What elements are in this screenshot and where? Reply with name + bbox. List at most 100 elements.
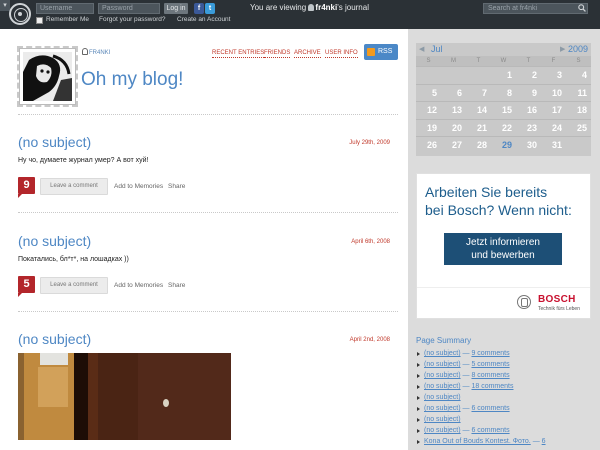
- calendar-day[interactable]: 3: [541, 66, 566, 84]
- chevron-down-icon[interactable]: ▾: [0, 0, 10, 11]
- summary-item[interactable]: (no subject) — 6 comments: [416, 426, 600, 437]
- calendar-day[interactable]: 14: [466, 101, 491, 119]
- leave-comment-button[interactable]: Leave a comment: [40, 277, 108, 294]
- calendar-day[interactable]: 30: [516, 136, 541, 154]
- calendar-day[interactable]: 15: [491, 101, 516, 119]
- password-input[interactable]: Password: [98, 3, 160, 14]
- login-button[interactable]: Log in: [164, 3, 188, 14]
- nav-friends[interactable]: FRIENDS: [264, 49, 291, 58]
- chevron-left-icon[interactable]: ◀: [419, 45, 424, 53]
- remember-me-checkbox[interactable]: [36, 17, 43, 24]
- add-to-memories-link[interactable]: Add to Memories: [114, 282, 163, 289]
- post-title[interactable]: (no subject): [18, 134, 91, 150]
- summary-subject-link[interactable]: (no subject): [424, 416, 461, 423]
- summary-item[interactable]: (no subject): [416, 393, 600, 404]
- calendar-day[interactable]: 20: [441, 118, 466, 137]
- summary-item[interactable]: (no subject) — 9 comments: [416, 349, 600, 360]
- post-date[interactable]: July 29th, 2009: [349, 140, 390, 146]
- calendar-day[interactable]: 6: [441, 83, 466, 102]
- blog-title[interactable]: Oh my blog!: [81, 69, 183, 91]
- summary-item[interactable]: (no subject) — 8 comments: [416, 371, 600, 382]
- post-photo[interactable]: [18, 353, 231, 440]
- summary-subject-link[interactable]: (no subject): [424, 350, 461, 357]
- calendar-year[interactable]: 2009: [568, 44, 588, 54]
- calendar-day[interactable]: 25: [566, 118, 591, 137]
- post-title[interactable]: (no subject): [18, 233, 91, 249]
- calendar-day[interactable]: 29: [491, 136, 516, 154]
- calendar-day[interactable]: 11: [566, 83, 591, 102]
- calendar-day[interactable]: 2: [516, 66, 541, 84]
- chevron-right-icon[interactable]: ▶: [560, 45, 565, 53]
- forgot-password-link[interactable]: Forgot your password?: [99, 16, 165, 23]
- rss-button[interactable]: RSS: [364, 44, 398, 60]
- nav-archive[interactable]: ARCHIVE: [294, 49, 321, 58]
- share-link[interactable]: Share: [168, 282, 185, 289]
- calendar-day[interactable]: 1: [491, 66, 516, 84]
- summary-subject-link[interactable]: (no subject): [424, 405, 461, 412]
- share-link[interactable]: Share: [168, 183, 185, 190]
- calendar-day[interactable]: 9: [516, 83, 541, 102]
- userpic-avatar[interactable]: [19, 48, 76, 105]
- owner-link[interactable]: FR4NKI: [82, 48, 110, 56]
- calendar-day[interactable]: 8: [491, 83, 516, 102]
- summary-subject-link[interactable]: (no subject): [424, 361, 461, 368]
- calendar-day[interactable]: 28: [466, 136, 491, 154]
- calendar-day[interactable]: 13: [441, 101, 466, 119]
- leave-comment-button[interactable]: Leave a comment: [40, 178, 108, 195]
- summary-comments-link[interactable]: 6: [542, 438, 546, 445]
- calendar-day[interactable]: 21: [466, 118, 491, 137]
- calendar-day[interactable]: 5: [416, 83, 441, 102]
- summary-item[interactable]: (no subject) — 5 comments: [416, 360, 600, 371]
- post-date[interactable]: April 2nd, 2008: [350, 337, 390, 343]
- calendar-day[interactable]: 26: [416, 136, 441, 154]
- summary-comments-link[interactable]: 9 comments: [471, 350, 509, 357]
- summary-comments-link[interactable]: 6 comments: [471, 405, 509, 412]
- username-input[interactable]: Username: [36, 3, 94, 14]
- summary-item[interactable]: (no subject) — 18 comments: [416, 382, 600, 393]
- calendar-day[interactable]: 18: [566, 101, 591, 119]
- summary-comments-link[interactable]: 6 comments: [471, 427, 509, 434]
- calendar-day[interactable]: 7: [466, 83, 491, 102]
- calendar-day[interactable]: 22: [491, 118, 516, 137]
- add-to-memories-link[interactable]: Add to Memories: [114, 183, 163, 190]
- calendar-day[interactable]: 31: [541, 136, 566, 154]
- calendar-day[interactable]: 16: [516, 101, 541, 119]
- summary-comments-link[interactable]: 8 comments: [471, 372, 509, 379]
- calendar-day[interactable]: 12: [416, 101, 441, 119]
- twitter-icon[interactable]: t: [205, 3, 215, 14]
- calendar-month[interactable]: Jul: [431, 44, 443, 54]
- calendar-day[interactable]: 23: [516, 118, 541, 137]
- summary-item[interactable]: (no subject): [416, 415, 600, 426]
- summary-subject-link[interactable]: Kona Out of Bouds Kontest. Фото.: [424, 438, 531, 445]
- calendar-day[interactable]: 17: [541, 101, 566, 119]
- summary-subject-link[interactable]: (no subject): [424, 383, 461, 390]
- post-date[interactable]: April 6th, 2008: [351, 239, 390, 245]
- calendar-day[interactable]: 27: [441, 136, 466, 154]
- summary-item[interactable]: (no subject) — 6 comments: [416, 404, 600, 415]
- livejournal-logo-icon[interactable]: [9, 3, 31, 25]
- calendar-day[interactable]: 19: [416, 118, 441, 137]
- search-icon[interactable]: [578, 4, 586, 12]
- comment-count-badge[interactable]: 5: [18, 276, 35, 297]
- calendar-day[interactable]: 4: [566, 66, 591, 84]
- summary-subject-link[interactable]: (no subject): [424, 372, 461, 379]
- calendar-weekday: S: [566, 56, 591, 66]
- advertisement[interactable]: Arbeiten Sie bereits bei Bosch? Wenn nic…: [416, 173, 591, 319]
- post-title[interactable]: (no subject): [18, 331, 91, 347]
- calendar-day[interactable]: 24: [541, 118, 566, 137]
- viewing-user-link[interactable]: fr4nki: [315, 3, 337, 12]
- summary-comments-link[interactable]: 18 comments: [471, 383, 513, 390]
- search-input[interactable]: Search at fr4nki: [483, 3, 588, 14]
- nav-user-info[interactable]: USER INFO: [325, 49, 358, 58]
- owner-name[interactable]: FR4NKI: [89, 50, 110, 56]
- nav-recent-entries[interactable]: RECENT ENTRIES: [212, 49, 265, 58]
- calendar-day[interactable]: 10: [541, 83, 566, 102]
- summary-comments-link[interactable]: 5 comments: [471, 361, 509, 368]
- create-account-link[interactable]: Create an Account: [177, 16, 230, 23]
- summary-subject-link[interactable]: (no subject): [424, 394, 461, 401]
- facebook-icon[interactable]: f: [194, 3, 204, 14]
- summary-item[interactable]: Kona Out of Bouds Kontest. Фото. — 6: [416, 437, 600, 448]
- comment-count-badge[interactable]: 9: [18, 177, 35, 198]
- ad-cta-button[interactable]: Jetzt informieren und bewerben: [444, 233, 562, 265]
- summary-subject-link[interactable]: (no subject): [424, 427, 461, 434]
